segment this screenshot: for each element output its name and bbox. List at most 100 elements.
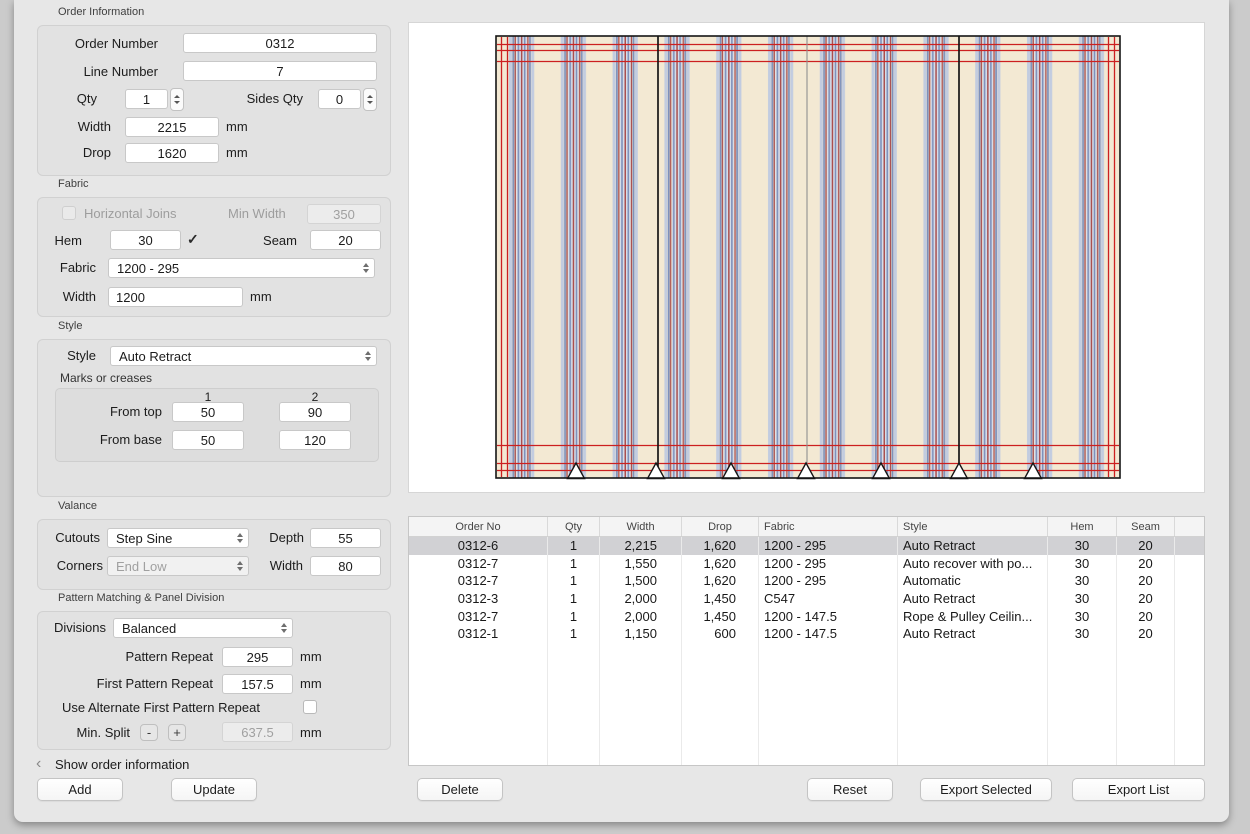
divisions-select-value: Balanced bbox=[122, 621, 176, 636]
from-base-2-field[interactable]: 120 bbox=[279, 430, 351, 450]
order-drop-field[interactable]: 1620 bbox=[125, 143, 219, 163]
table-row[interactable] bbox=[409, 643, 1204, 661]
style-select-value: Auto Retract bbox=[119, 349, 191, 364]
table-cell bbox=[409, 660, 548, 678]
table-cell: 0312-3 bbox=[409, 590, 548, 608]
sides-qty-stepper[interactable] bbox=[363, 88, 377, 111]
column-header[interactable]: Style bbox=[898, 517, 1048, 536]
table-row[interactable]: 0312-312,0001,450C547Auto Retract3020 bbox=[409, 590, 1204, 608]
qty-label: Qty bbox=[37, 91, 97, 107]
table-cell bbox=[898, 713, 1048, 731]
stepper-up-icon[interactable] bbox=[367, 95, 373, 98]
stepper-down-icon[interactable] bbox=[367, 101, 373, 104]
seam-label: Seam bbox=[255, 233, 297, 249]
min-width-field: 350 bbox=[307, 204, 381, 224]
add-button[interactable]: Add bbox=[37, 778, 123, 801]
table-cell: 30 bbox=[1048, 555, 1117, 573]
order-number-label: Order Number bbox=[40, 36, 158, 52]
table-cell bbox=[1117, 713, 1175, 731]
stepper-up-icon[interactable] bbox=[174, 95, 180, 98]
qty-field[interactable]: 1 bbox=[125, 89, 168, 109]
qty-stepper[interactable] bbox=[170, 88, 184, 111]
fabric-width-field[interactable]: 1200 bbox=[108, 287, 243, 307]
from-top-2-field[interactable]: 90 bbox=[279, 402, 351, 422]
table-cell: 0312-7 bbox=[409, 555, 548, 573]
export-list-button[interactable]: Export List bbox=[1072, 778, 1205, 801]
table-cell: Auto Retract bbox=[898, 537, 1048, 555]
table-row[interactable]: 0312-712,0001,4501200 - 147.5Rope & Pull… bbox=[409, 607, 1204, 625]
table-row[interactable] bbox=[409, 713, 1204, 731]
table-cell bbox=[1117, 660, 1175, 678]
table-cell: 1200 - 295 bbox=[759, 555, 898, 573]
table-row[interactable] bbox=[409, 678, 1204, 696]
preview-panel bbox=[408, 22, 1205, 493]
divisions-select[interactable]: Balanced bbox=[113, 618, 293, 638]
pattern-repeat-field[interactable]: 295 bbox=[222, 647, 293, 667]
table-cell: 1,550 bbox=[600, 555, 682, 573]
column-header[interactable]: Drop bbox=[682, 517, 759, 536]
from-base-label: From base bbox=[90, 432, 162, 448]
cutouts-select[interactable]: Step Sine bbox=[107, 528, 249, 548]
horizontal-joins-checkbox[interactable] bbox=[62, 206, 76, 220]
table-cell bbox=[600, 695, 682, 713]
from-base-1-field[interactable]: 50 bbox=[172, 430, 244, 450]
fabric-select[interactable]: 1200 - 295 bbox=[108, 258, 375, 278]
depth-field[interactable]: 55 bbox=[310, 528, 381, 548]
table-row[interactable] bbox=[409, 660, 1204, 678]
order-width-field[interactable]: 2215 bbox=[125, 117, 219, 137]
table-row[interactable]: 0312-711,5001,6201200 - 295Automatic3020 bbox=[409, 572, 1204, 590]
fabric-width-label: Width bbox=[40, 289, 96, 305]
column-header[interactable]: Fabric bbox=[759, 517, 898, 536]
hem-checked-icon[interactable] bbox=[187, 231, 199, 248]
stepper-down-icon[interactable] bbox=[174, 101, 180, 104]
table-cell: Auto Retract bbox=[898, 590, 1048, 608]
export-selected-button[interactable]: Export Selected bbox=[920, 778, 1052, 801]
update-button[interactable]: Update bbox=[171, 778, 257, 801]
show-order-information-toggle[interactable]: Show order information bbox=[55, 757, 189, 773]
order-number-field[interactable]: 0312 bbox=[183, 33, 377, 53]
from-top-label: From top bbox=[90, 404, 162, 420]
table-row[interactable] bbox=[409, 695, 1204, 713]
table-cell: 1,620 bbox=[682, 537, 759, 555]
pattern-repeat-label: Pattern Repeat bbox=[80, 649, 213, 665]
min-split-plus-button[interactable]: + bbox=[168, 724, 186, 741]
use-alternate-checkbox[interactable] bbox=[303, 700, 317, 714]
table-row[interactable]: 0312-111,1506001200 - 147.5Auto Retract3… bbox=[409, 625, 1204, 643]
valance-width-field[interactable]: 80 bbox=[310, 556, 381, 576]
table-row[interactable]: 0312-612,2151,6201200 - 295Auto Retract3… bbox=[409, 537, 1204, 555]
table-cell: 600 bbox=[682, 625, 759, 643]
table-cell: 30 bbox=[1048, 537, 1117, 555]
collapse-chevron-icon[interactable]: ‹ bbox=[36, 756, 41, 772]
sides-qty-field[interactable]: 0 bbox=[318, 89, 361, 109]
table-row[interactable] bbox=[409, 748, 1204, 766]
column-header[interactable]: Width bbox=[600, 517, 682, 536]
delete-button[interactable]: Delete bbox=[417, 778, 503, 801]
divisions-label: Divisions bbox=[40, 620, 106, 636]
table-cell bbox=[759, 643, 898, 661]
table-cell bbox=[548, 643, 600, 661]
hem-field[interactable]: 30 bbox=[110, 230, 181, 250]
seam-field[interactable]: 20 bbox=[310, 230, 381, 250]
reset-button[interactable]: Reset bbox=[807, 778, 893, 801]
table-cell: 20 bbox=[1117, 607, 1175, 625]
table-row[interactable]: 0312-711,5501,6201200 - 295Auto recover … bbox=[409, 555, 1204, 573]
table-cell bbox=[1175, 590, 1204, 608]
from-top-1-field[interactable]: 50 bbox=[172, 402, 244, 422]
column-header[interactable]: Order No bbox=[409, 517, 548, 536]
fabric-select-label: Fabric bbox=[40, 260, 96, 276]
table-cell bbox=[600, 731, 682, 749]
table-row[interactable] bbox=[409, 731, 1204, 749]
column-header[interactable]: Qty bbox=[548, 517, 600, 536]
column-header[interactable]: Seam bbox=[1117, 517, 1175, 536]
column-header[interactable]: Hem bbox=[1048, 517, 1117, 536]
curtain-preview-drawing bbox=[409, 23, 1204, 492]
table-cell bbox=[1175, 660, 1204, 678]
table-cell: 1200 - 295 bbox=[759, 572, 898, 590]
first-pattern-repeat-field[interactable]: 157.5 bbox=[222, 674, 293, 694]
corners-select-value: End Low bbox=[116, 559, 167, 574]
min-split-minus-button[interactable]: - bbox=[140, 724, 158, 741]
style-select[interactable]: Auto Retract bbox=[110, 346, 377, 366]
table-cell: 20 bbox=[1117, 537, 1175, 555]
line-number-field[interactable]: 7 bbox=[183, 61, 377, 81]
table-cell: 0312-6 bbox=[409, 537, 548, 555]
